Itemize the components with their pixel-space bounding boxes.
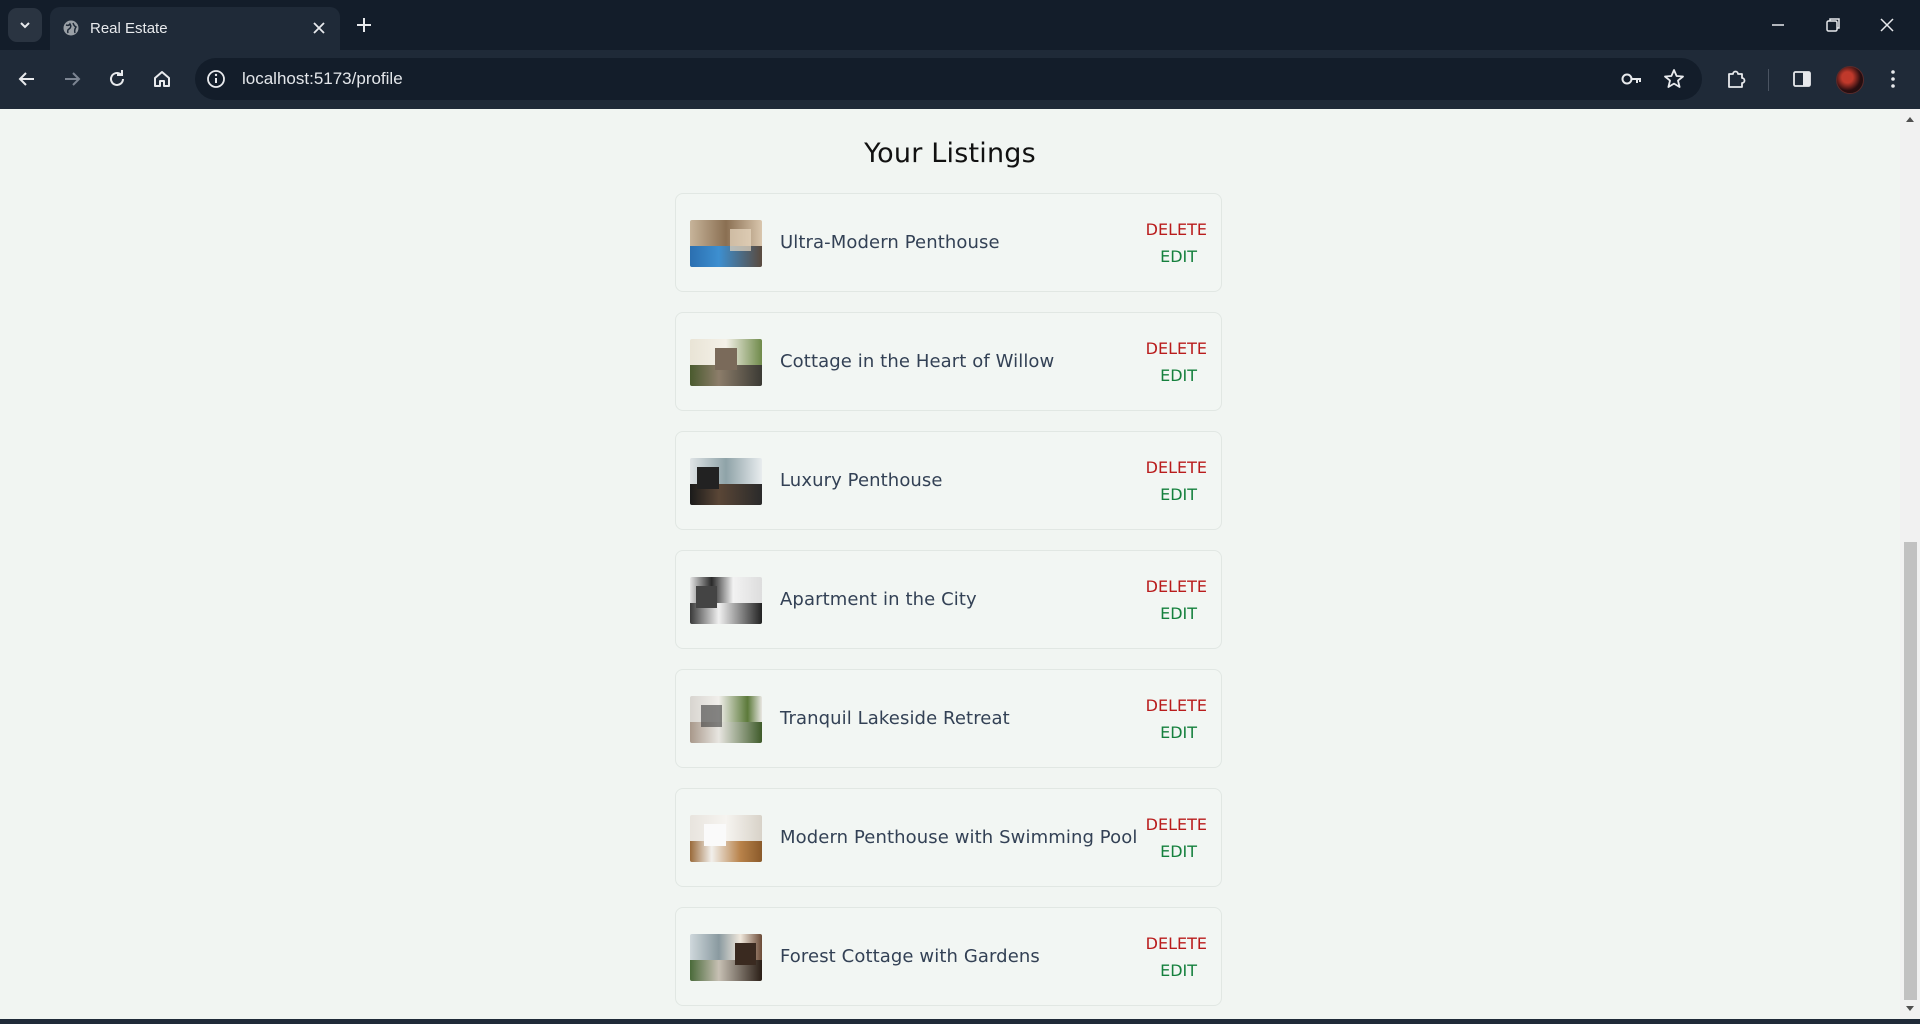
scroll-up-arrow-icon[interactable] <box>1905 115 1915 123</box>
tab-title: Real Estate <box>90 20 168 37</box>
edit-button[interactable]: EDIT <box>1117 604 1197 623</box>
site-info-icon[interactable] <box>205 68 227 90</box>
bookmark-star-icon[interactable] <box>1662 67 1686 91</box>
profile-avatar[interactable] <box>1836 66 1864 94</box>
close-window-icon[interactable] <box>1877 15 1897 35</box>
listing-title[interactable]: Luxury Penthouse <box>780 470 943 491</box>
edit-button[interactable]: EDIT <box>1117 961 1197 980</box>
listing-title[interactable]: Forest Cottage with Gardens <box>780 946 1040 967</box>
listing-card: Apartment in the City DELETE EDIT <box>675 550 1222 649</box>
listing-thumbnail[interactable] <box>690 696 762 743</box>
listing-thumbnail[interactable] <box>690 339 762 386</box>
listing-thumbnail[interactable] <box>690 815 762 862</box>
address-bar[interactable]: localhost:5173/profile <box>195 58 1702 100</box>
key-icon[interactable] <box>1620 68 1644 90</box>
tab-bar: Real Estate <box>0 0 1920 50</box>
listing-card: Tranquil Lakeside Retreat DELETE EDIT <box>675 669 1222 768</box>
new-tab-icon[interactable] <box>354 15 374 35</box>
listing-thumbnail[interactable] <box>690 220 762 267</box>
minimize-icon[interactable] <box>1768 15 1788 35</box>
vertical-scrollbar[interactable] <box>1900 109 1920 1019</box>
edit-button[interactable]: EDIT <box>1117 366 1197 385</box>
restore-icon[interactable] <box>1823 15 1843 35</box>
scroll-down-arrow-icon[interactable] <box>1905 1005 1915 1013</box>
page-title: Your Listings <box>864 138 1036 169</box>
listing-thumbnail[interactable] <box>690 934 762 981</box>
edit-button[interactable]: EDIT <box>1117 485 1197 504</box>
more-menu-icon[interactable] <box>1880 66 1906 92</box>
listing-card: Modern Penthouse with Swimming Pool DELE… <box>675 788 1222 887</box>
forward-arrow-icon[interactable] <box>59 66 85 92</box>
browser-toolbar: localhost:5173/profile <box>0 50 1920 109</box>
listing-thumbnail[interactable] <box>690 458 762 505</box>
edit-button[interactable]: EDIT <box>1117 723 1197 742</box>
listing-card: Cottage in the Heart of Willow DELETE ED… <box>675 312 1222 411</box>
scrollbar-thumb[interactable] <box>1904 542 1917 1000</box>
listing-title[interactable]: Modern Penthouse with Swimming Pool <box>780 827 1137 848</box>
edit-button[interactable]: EDIT <box>1117 247 1197 266</box>
toolbar-divider <box>1768 69 1769 91</box>
close-tab-icon[interactable] <box>310 19 328 37</box>
reload-icon[interactable] <box>104 66 130 92</box>
delete-button[interactable]: DELETE <box>1127 339 1207 358</box>
listing-card: Ultra-Modern Penthouse DELETE EDIT <box>675 193 1222 292</box>
browser-tab[interactable]: Real Estate <box>50 7 340 50</box>
window-bottom-edge <box>0 1019 1920 1024</box>
back-arrow-icon[interactable] <box>14 66 40 92</box>
listing-title[interactable]: Tranquil Lakeside Retreat <box>780 708 1010 729</box>
extensions-icon[interactable] <box>1723 66 1749 92</box>
listing-card: Forest Cottage with Gardens DELETE EDIT <box>675 907 1222 1006</box>
chevron-down-icon <box>20 22 30 29</box>
delete-button[interactable]: DELETE <box>1127 696 1207 715</box>
globe-icon <box>63 20 79 36</box>
delete-button[interactable]: DELETE <box>1127 220 1207 239</box>
listing-card: Luxury Penthouse DELETE EDIT <box>675 431 1222 530</box>
url-text: localhost:5173/profile <box>242 69 403 88</box>
delete-button[interactable]: DELETE <box>1127 934 1207 953</box>
listing-title[interactable]: Apartment in the City <box>780 589 977 610</box>
delete-button[interactable]: DELETE <box>1127 815 1207 834</box>
listing-title[interactable]: Ultra-Modern Penthouse <box>780 232 1000 253</box>
side-panel-icon[interactable] <box>1789 66 1815 92</box>
home-icon[interactable] <box>149 66 175 92</box>
delete-button[interactable]: DELETE <box>1127 458 1207 477</box>
edit-button[interactable]: EDIT <box>1117 842 1197 861</box>
listing-thumbnail[interactable] <box>690 577 762 624</box>
tab-search-button[interactable] <box>8 8 42 42</box>
page-content: Your Listings Ultra-Modern Penthouse DEL… <box>0 109 1900 1019</box>
delete-button[interactable]: DELETE <box>1127 577 1207 596</box>
listing-title[interactable]: Cottage in the Heart of Willow <box>780 351 1054 372</box>
